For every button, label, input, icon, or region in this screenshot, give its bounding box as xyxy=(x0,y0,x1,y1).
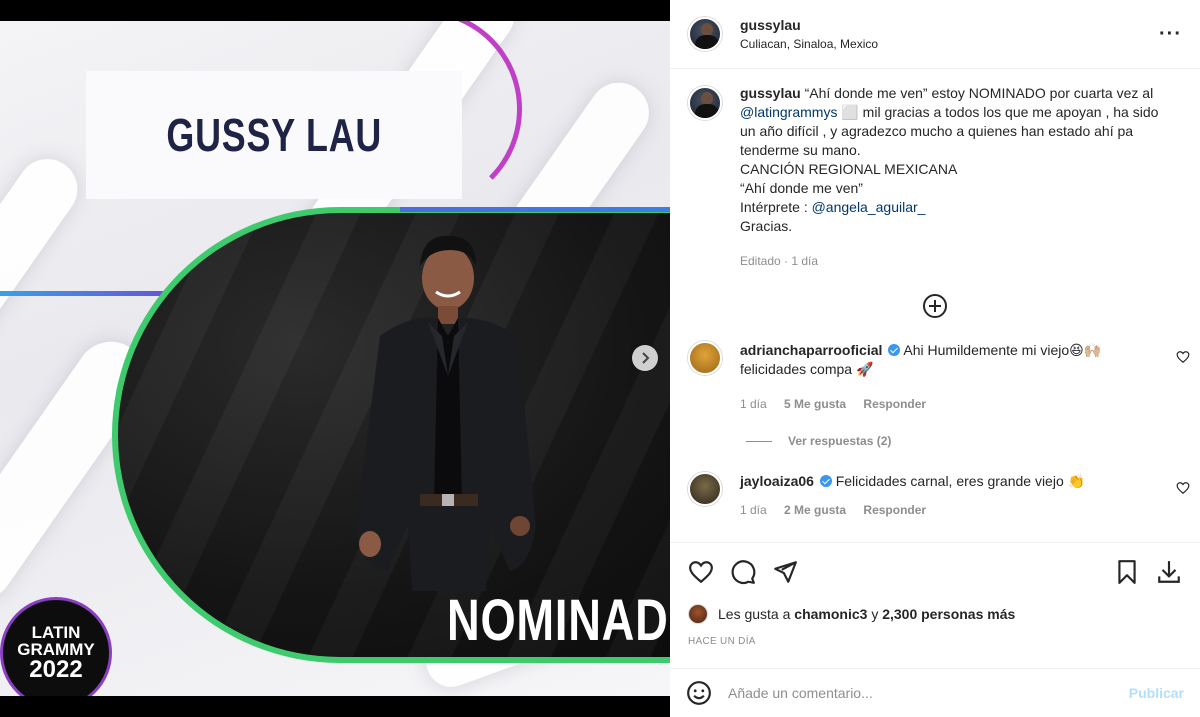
reply-button[interactable]: Responder xyxy=(863,503,926,517)
more-options-icon[interactable]: ··· xyxy=(1159,23,1182,46)
post-date: HACE UN DÍA xyxy=(688,636,756,647)
comment-input[interactable] xyxy=(728,685,1129,701)
nameplate-text: GUSSY LAU xyxy=(166,109,382,161)
add-comment-bar: Publicar xyxy=(670,668,1200,717)
view-replies-button[interactable]: Ver respuestas (2) xyxy=(746,434,1200,448)
avatar[interactable] xyxy=(688,86,722,120)
load-more-comments-icon[interactable] xyxy=(922,293,948,319)
latin-grammy-logo: LATIN GRAMMY 2022 xyxy=(0,597,112,696)
post-details-panel: gussylau Culiacan, Sinaloa, Mexico ··· g… xyxy=(670,0,1200,717)
location-link[interactable]: Culiacan, Sinaloa, Mexico xyxy=(740,37,1159,51)
comments-section[interactable]: gussylau “Ahí donde me ven” estoy NOMINA… xyxy=(670,70,1200,542)
caption-text: “Ahí donde me ven” estoy NOMINADO por cu… xyxy=(804,85,1154,101)
blue-line-decoration xyxy=(0,291,180,296)
heart-icon[interactable] xyxy=(688,559,714,585)
comment-text: Ahi Humildemente mi viejo😆🙌🏼 xyxy=(903,342,1102,358)
caption-meta: Editado · 1 día xyxy=(740,254,819,268)
post-media: GUSSY LAU NOMINAD LATIN GRAMMY 2022 xyxy=(0,0,670,717)
username-link[interactable]: gussylau xyxy=(740,17,1159,33)
next-image-button[interactable] xyxy=(632,345,658,371)
comment-text: felicidades compa 🚀 xyxy=(740,361,874,377)
comment: adrianchaparrooficial Ahi Humildemente m… xyxy=(670,341,1200,414)
publish-button[interactable]: Publicar xyxy=(1129,685,1184,701)
like-comment-icon[interactable] xyxy=(1176,481,1190,495)
comment-time[interactable]: 1 día xyxy=(740,397,767,411)
blue-line-decoration-top xyxy=(400,207,670,212)
comment-likes[interactable]: 2 Me gusta xyxy=(784,503,846,517)
likes-count[interactable]: 2,300 personas más xyxy=(882,606,1015,622)
caption-text: Intérprete : xyxy=(740,199,808,215)
mention-link[interactable]: @latingrammys xyxy=(740,104,837,120)
post-caption: gussylau “Ahí donde me ven” estoy NOMINA… xyxy=(670,70,1200,271)
download-icon[interactable] xyxy=(1156,559,1182,585)
emoji-icon[interactable] xyxy=(686,680,712,706)
instagram-post-modal: GUSSY LAU NOMINAD LATIN GRAMMY 2022 guss… xyxy=(0,0,1200,717)
comment-likes[interactable]: 5 Me gusta xyxy=(784,397,846,411)
chevron-right-icon xyxy=(642,352,650,364)
liker-username[interactable]: chamonic3 xyxy=(794,606,867,622)
bookmark-icon[interactable] xyxy=(1114,559,1140,585)
avatar[interactable] xyxy=(688,472,722,506)
like-comment-icon[interactable] xyxy=(1176,350,1190,364)
header-text: gussylau Culiacan, Sinaloa, Mexico xyxy=(740,17,1159,51)
post-header: gussylau Culiacan, Sinaloa, Mexico ··· xyxy=(670,0,1200,69)
caption-username[interactable]: gussylau xyxy=(740,85,801,101)
comment-username[interactable]: jayloaiza06 xyxy=(740,473,814,489)
caption-text: “Ahí donde me ven” xyxy=(740,180,863,196)
avatar[interactable] xyxy=(688,341,722,375)
caption-text: CANCIÓN REGIONAL MEXICANA xyxy=(740,161,958,177)
liker-avatar xyxy=(688,604,708,624)
caption-text: Gracias. xyxy=(740,218,793,234)
nominado-banner: NOMINADO xyxy=(447,588,670,653)
verified-badge-icon xyxy=(888,344,901,356)
post-image: GUSSY LAU NOMINAD LATIN GRAMMY 2022 xyxy=(0,21,670,696)
comment-text: Felicidades carnal, eres grande viejo 👏 xyxy=(835,473,1086,489)
avatar[interactable] xyxy=(688,17,722,51)
likes-summary[interactable]: Les gusta a chamonic3 y 2,300 personas m… xyxy=(688,604,1182,624)
comment-username[interactable]: adrianchaparrooficial xyxy=(740,342,882,358)
nameplate: GUSSY LAU xyxy=(86,71,462,199)
person-photo xyxy=(356,235,536,591)
comment-time[interactable]: 1 día xyxy=(740,503,767,517)
reply-button[interactable]: Responder xyxy=(863,397,926,411)
comment-icon[interactable] xyxy=(730,559,756,585)
share-icon[interactable] xyxy=(772,559,798,585)
verified-badge-icon xyxy=(819,475,832,487)
mention-link[interactable]: @angela_aguilar_ xyxy=(812,199,926,215)
comment: jayloaiza06 Felicidades carnal, eres gra… xyxy=(670,472,1200,520)
post-actions: Les gusta a chamonic3 y 2,300 personas m… xyxy=(670,542,1200,647)
